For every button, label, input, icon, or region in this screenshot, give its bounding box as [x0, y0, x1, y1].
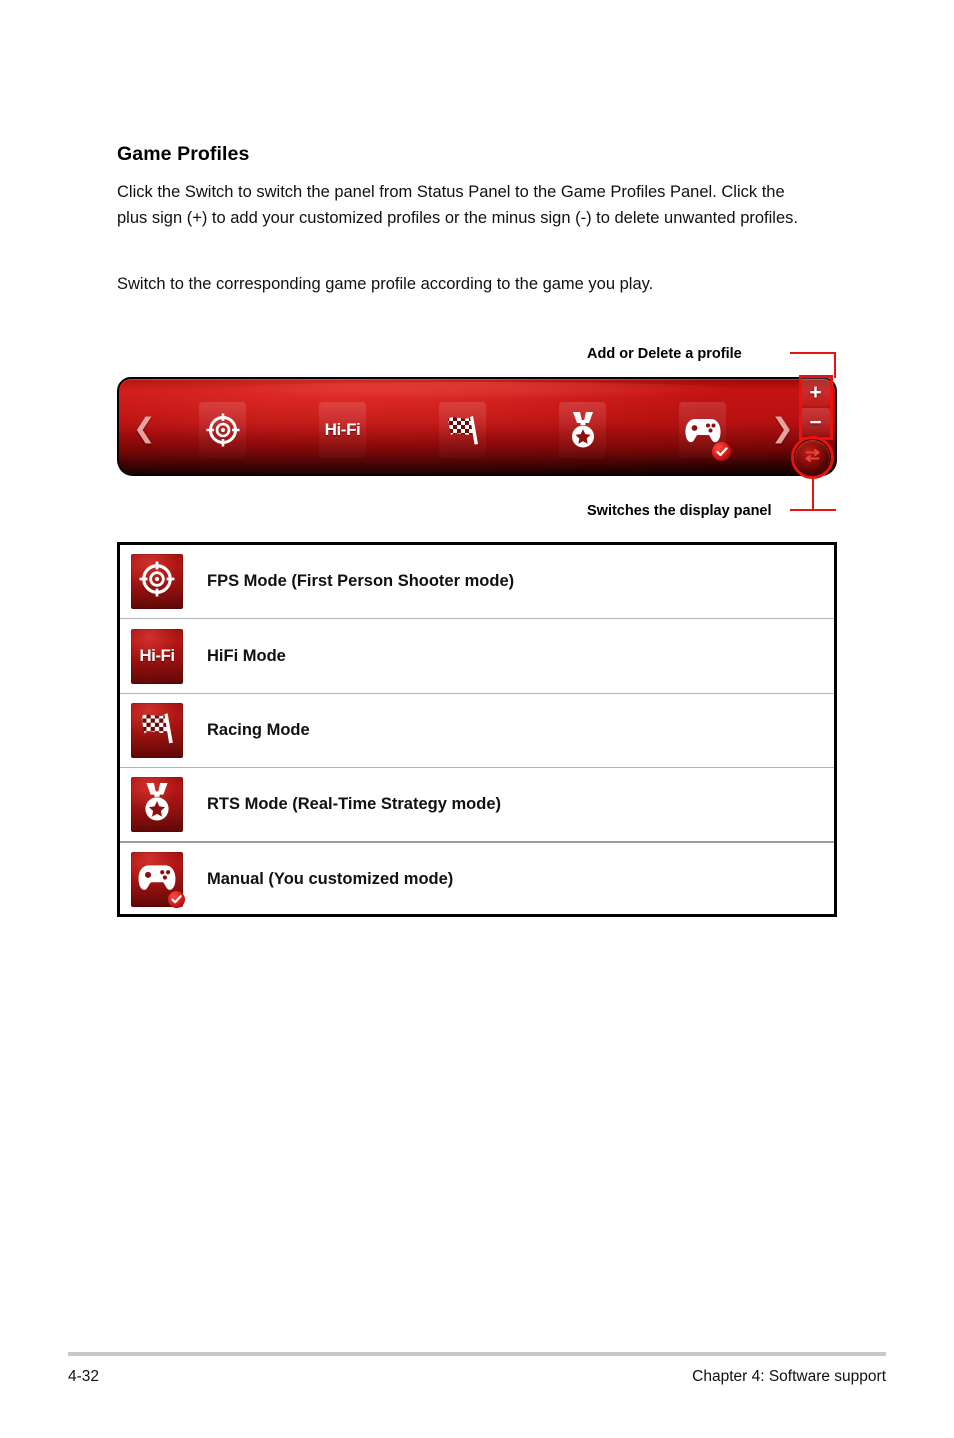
mode-icon-manual: [131, 852, 185, 909]
checkered-flag-icon: [445, 413, 481, 447]
hifi-text-icon: Hi-Fi: [139, 646, 175, 666]
medal-star-icon: [142, 782, 172, 826]
highlight-box-add-delete: [799, 375, 833, 440]
callout-add-delete-label: Add or Delete a profile: [587, 346, 742, 362]
game-profiles-panel: ❮ ❯ Hi-Fi: [117, 377, 837, 476]
game-mode-legend-table: FPS Mode (First Person Shooter mode) Hi-…: [117, 542, 837, 917]
profile-tile-rts[interactable]: [559, 402, 606, 458]
mode-label: Racing Mode: [207, 720, 310, 739]
profile-tile-hifi[interactable]: Hi-Fi: [319, 402, 366, 458]
highlight-box-switch-panel: [791, 436, 834, 479]
table-row: Hi-Fi HiFi Mode: [120, 619, 834, 694]
page-title: Game Profiles: [117, 143, 250, 165]
mode-label: HiFi Mode: [207, 646, 286, 665]
game-profiles-panel-surface: ❮ ❯ Hi-Fi: [117, 377, 837, 476]
mode-label: RTS Mode (Real-Time Strategy mode): [207, 794, 501, 813]
table-row: FPS Mode (First Person Shooter mode): [120, 545, 834, 620]
chevron-left-icon[interactable]: ❮: [133, 415, 156, 443]
mode-icon-hifi: Hi-Fi: [131, 628, 183, 684]
callout-switch-panel-leader-vertical: [812, 476, 814, 510]
crosshair-target-icon: [206, 413, 240, 447]
table-row: Manual (You customized mode): [120, 843, 834, 917]
footer-divider: [68, 1352, 886, 1356]
mode-label: FPS Mode (First Person Shooter mode): [207, 572, 515, 591]
gamepad-icon: [684, 415, 722, 445]
callout-switch-panel-label: Switches the display panel: [587, 503, 772, 519]
mode-icon-rts: [131, 776, 183, 832]
selected-check-badge: [168, 891, 185, 909]
selected-check-badge: [712, 442, 731, 461]
mode-label: Manual (You customized mode): [207, 870, 454, 889]
table-row: RTS Mode (Real-Time Strategy mode): [120, 768, 834, 843]
profile-tile-manual[interactable]: [679, 402, 731, 461]
footer-page-number: 4-32: [68, 1368, 100, 1385]
chevron-right-icon[interactable]: ❯: [771, 415, 794, 443]
checkered-flag-icon: [138, 710, 176, 751]
table-row: Racing Mode: [120, 694, 834, 769]
callout-add-delete-leader-vertical: [834, 352, 836, 378]
page-canvas: Game Profiles Click the Switch to switch…: [0, 0, 954, 1438]
mode-icon-fps: [131, 554, 183, 610]
crosshair-target-icon: [139, 561, 175, 602]
callout-add-delete-leader-horizontal: [790, 352, 836, 354]
profile-tile-fps[interactable]: [199, 402, 246, 458]
intro-paragraph-1: Click the Switch to switch the panel fro…: [117, 183, 798, 227]
intro-paragraph-2: Switch to the corresponding game profile…: [117, 275, 654, 293]
medal-star-icon: [569, 412, 597, 448]
hifi-text-icon: Hi-Fi: [324, 420, 361, 439]
profile-tile-racing[interactable]: [439, 402, 486, 458]
footer-chapter-label: Chapter 4: Software support: [692, 1368, 886, 1385]
mode-icon-racing: [131, 702, 183, 758]
